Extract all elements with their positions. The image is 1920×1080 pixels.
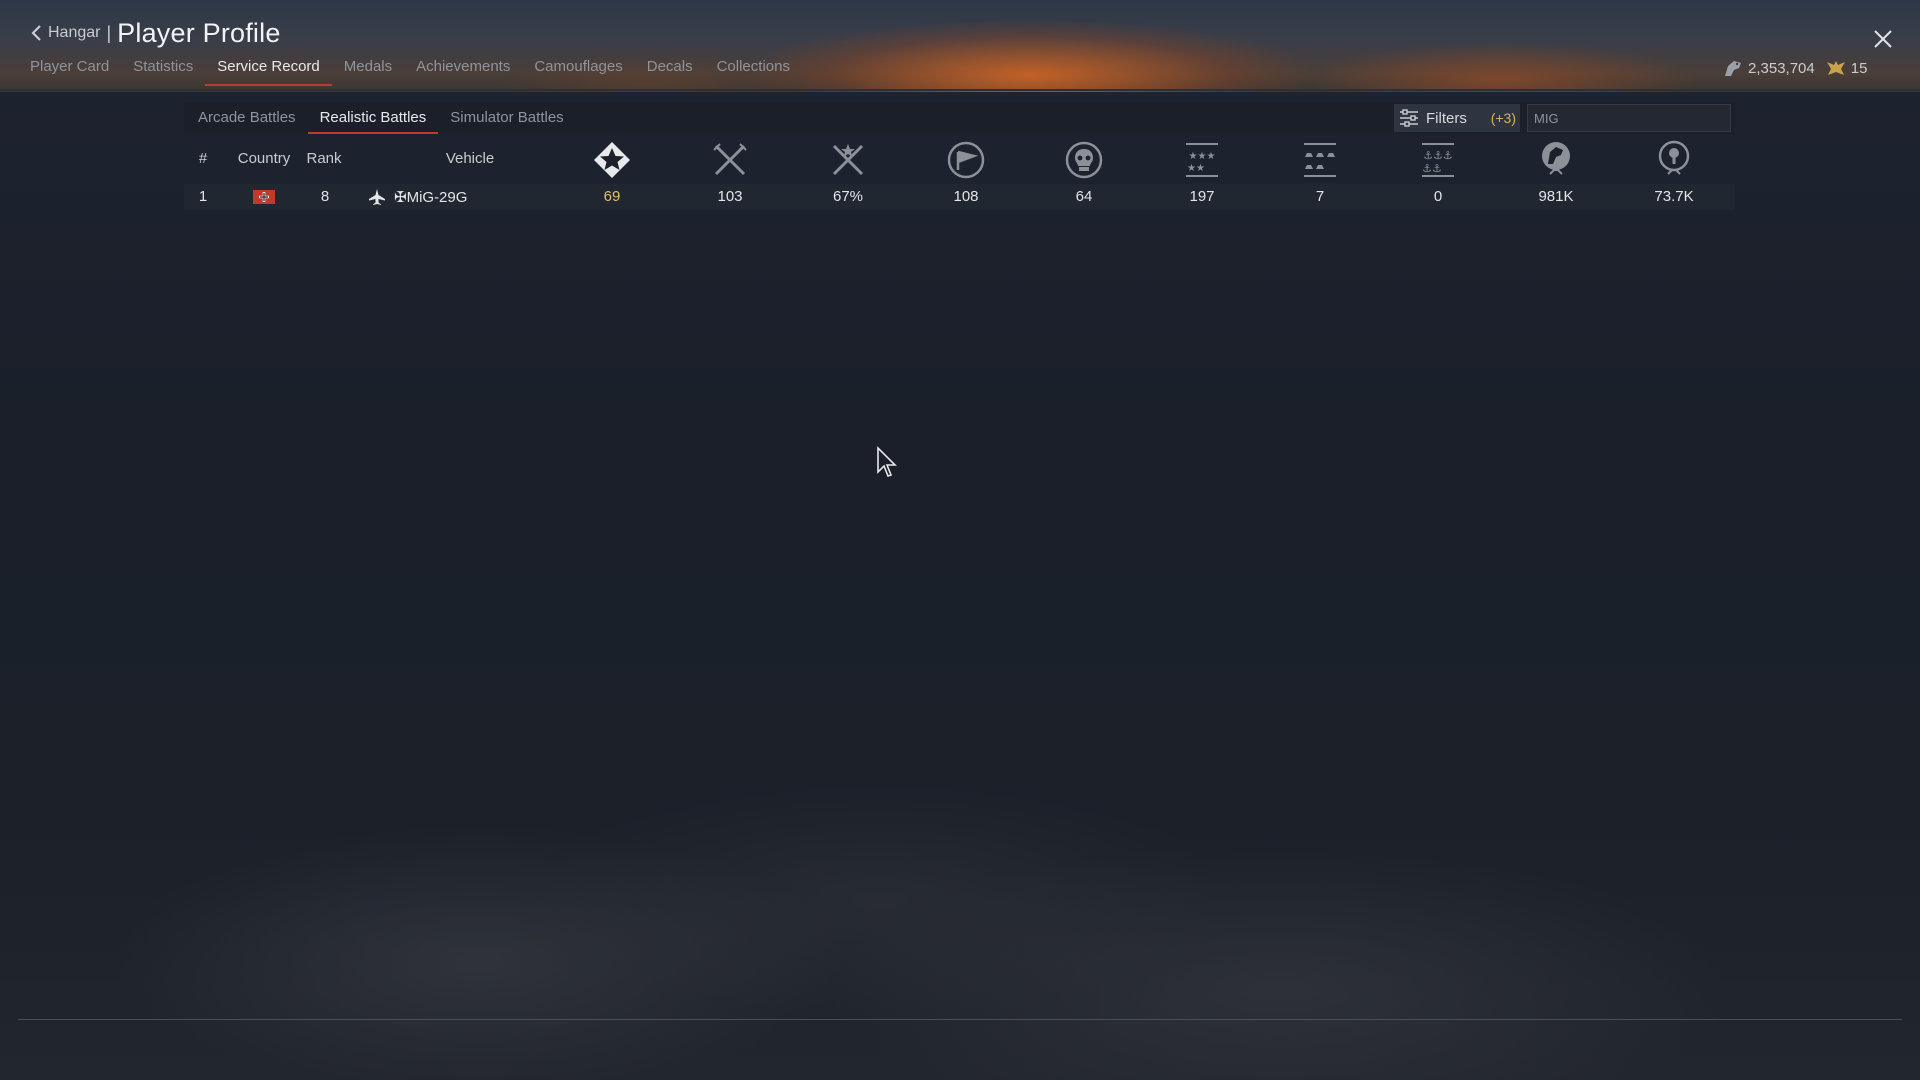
tab-simulator-battles[interactable]: Simulator Battles (438, 102, 575, 134)
research-points-icon[interactable] (1654, 140, 1694, 180)
win-rate-icon[interactable] (828, 140, 868, 180)
profile-tabs: Player Card Statistics Service Record Me… (30, 58, 802, 86)
svg-text:⚓⚓: ⚓⚓ (1422, 162, 1442, 175)
tab-decals[interactable]: Decals (635, 58, 705, 83)
currency-display: 2,353,704 15 (1722, 58, 1877, 78)
cell-win-rate: 67% (832, 188, 864, 205)
column-index: # (198, 150, 208, 167)
cell-deaths: 64 (1075, 188, 1093, 205)
tab-medals[interactable]: Medals (332, 58, 404, 83)
naval-kills-icon[interactable]: ⚓⚓⚓ ⚓⚓ (1418, 140, 1458, 180)
victories-icon[interactable] (592, 140, 632, 180)
close-icon (1874, 30, 1892, 48)
vehicle-search-input[interactable] (1527, 104, 1731, 132)
cell-respawns: 108 (953, 188, 979, 205)
cell-research-points: 73.7K (1654, 188, 1694, 205)
silver-lions-value: 2,353,704 (1748, 59, 1815, 77)
cell-vehicle: ✠MiG-29G (394, 189, 468, 206)
deaths-icon[interactable] (1064, 140, 1104, 180)
tab-player-card[interactable]: Player Card (30, 58, 121, 83)
cell-rank: 8 (320, 188, 330, 205)
close-button[interactable] (1870, 26, 1896, 52)
cell-victories: 69 (603, 188, 621, 205)
table-row[interactable]: 1 8 ✠MiG-29G 69 103 67% 108 64 197 7 0 9… (184, 184, 1735, 210)
column-rank: Rank (306, 150, 342, 167)
column-country: Country (237, 150, 291, 167)
svg-text:⚓⚓⚓: ⚓⚓⚓ (1423, 149, 1453, 162)
title-separator: | (106, 22, 112, 43)
tab-collections[interactable]: Collections (705, 58, 802, 83)
page-title: Player Profile (117, 17, 281, 48)
tab-arcade-battles[interactable]: Arcade Battles (198, 102, 308, 134)
filters-button[interactable]: Filters (+3) (1394, 104, 1520, 132)
tab-achievements[interactable]: Achievements (404, 58, 522, 83)
respawns-icon[interactable] (946, 140, 986, 180)
table-header: # Country Rank Vehicle ★★★ ★★ ⚓⚓⚓ ⚓⚓ (184, 136, 1735, 188)
missions-icon[interactable] (710, 140, 750, 180)
header-divider (0, 89, 1920, 91)
filters-label: Filters (1426, 109, 1467, 127)
column-vehicle: Vehicle (445, 150, 495, 167)
ground-kills-icon[interactable] (1300, 140, 1340, 180)
cell-index: 1 (198, 188, 208, 205)
cell-naval-kills: 0 (1433, 188, 1443, 205)
cell-air-kills: 197 (1189, 188, 1215, 205)
mouse-cursor-icon (877, 446, 897, 477)
tab-service-record[interactable]: Service Record (205, 58, 332, 86)
air-kills-icon[interactable]: ★★★ ★★ (1182, 140, 1222, 180)
filters-count-badge: (+3) (1490, 110, 1516, 126)
cell-silver-lions: 981K (1538, 188, 1574, 205)
golden-eagles-value: 15 (1850, 59, 1868, 77)
back-label: Hangar (48, 24, 101, 41)
svg-text:★★★: ★★★ (1189, 151, 1216, 162)
cell-ground-kills: 7 (1315, 188, 1325, 205)
tab-realistic-battles[interactable]: Realistic Battles (307, 102, 439, 134)
cell-missions: 103 (717, 188, 743, 205)
country-flag-germany-icon (253, 190, 275, 204)
golden-eagles-icon (1826, 61, 1845, 75)
silver-lions-earned-icon[interactable] (1536, 140, 1576, 180)
chevron-left-icon (31, 25, 41, 41)
silver-lions-icon (1725, 61, 1741, 76)
sliders-icon (1400, 109, 1418, 127)
service-record-panel: Arcade Battles Realistic Battles Simulat… (184, 102, 1735, 210)
battle-mode-tabs: Arcade Battles Realistic Battles Simulat… (184, 102, 1735, 134)
top-bar: Hangar | Player Profile (30, 18, 281, 48)
svg-text:★★: ★★ (1187, 163, 1205, 174)
footer-divider (18, 1019, 1902, 1020)
tab-statistics[interactable]: Statistics (121, 58, 205, 83)
tab-camouflages[interactable]: Camouflages (522, 58, 634, 83)
back-to-hangar-button[interactable]: Hangar (30, 24, 100, 42)
jet-aircraft-icon (369, 189, 385, 205)
